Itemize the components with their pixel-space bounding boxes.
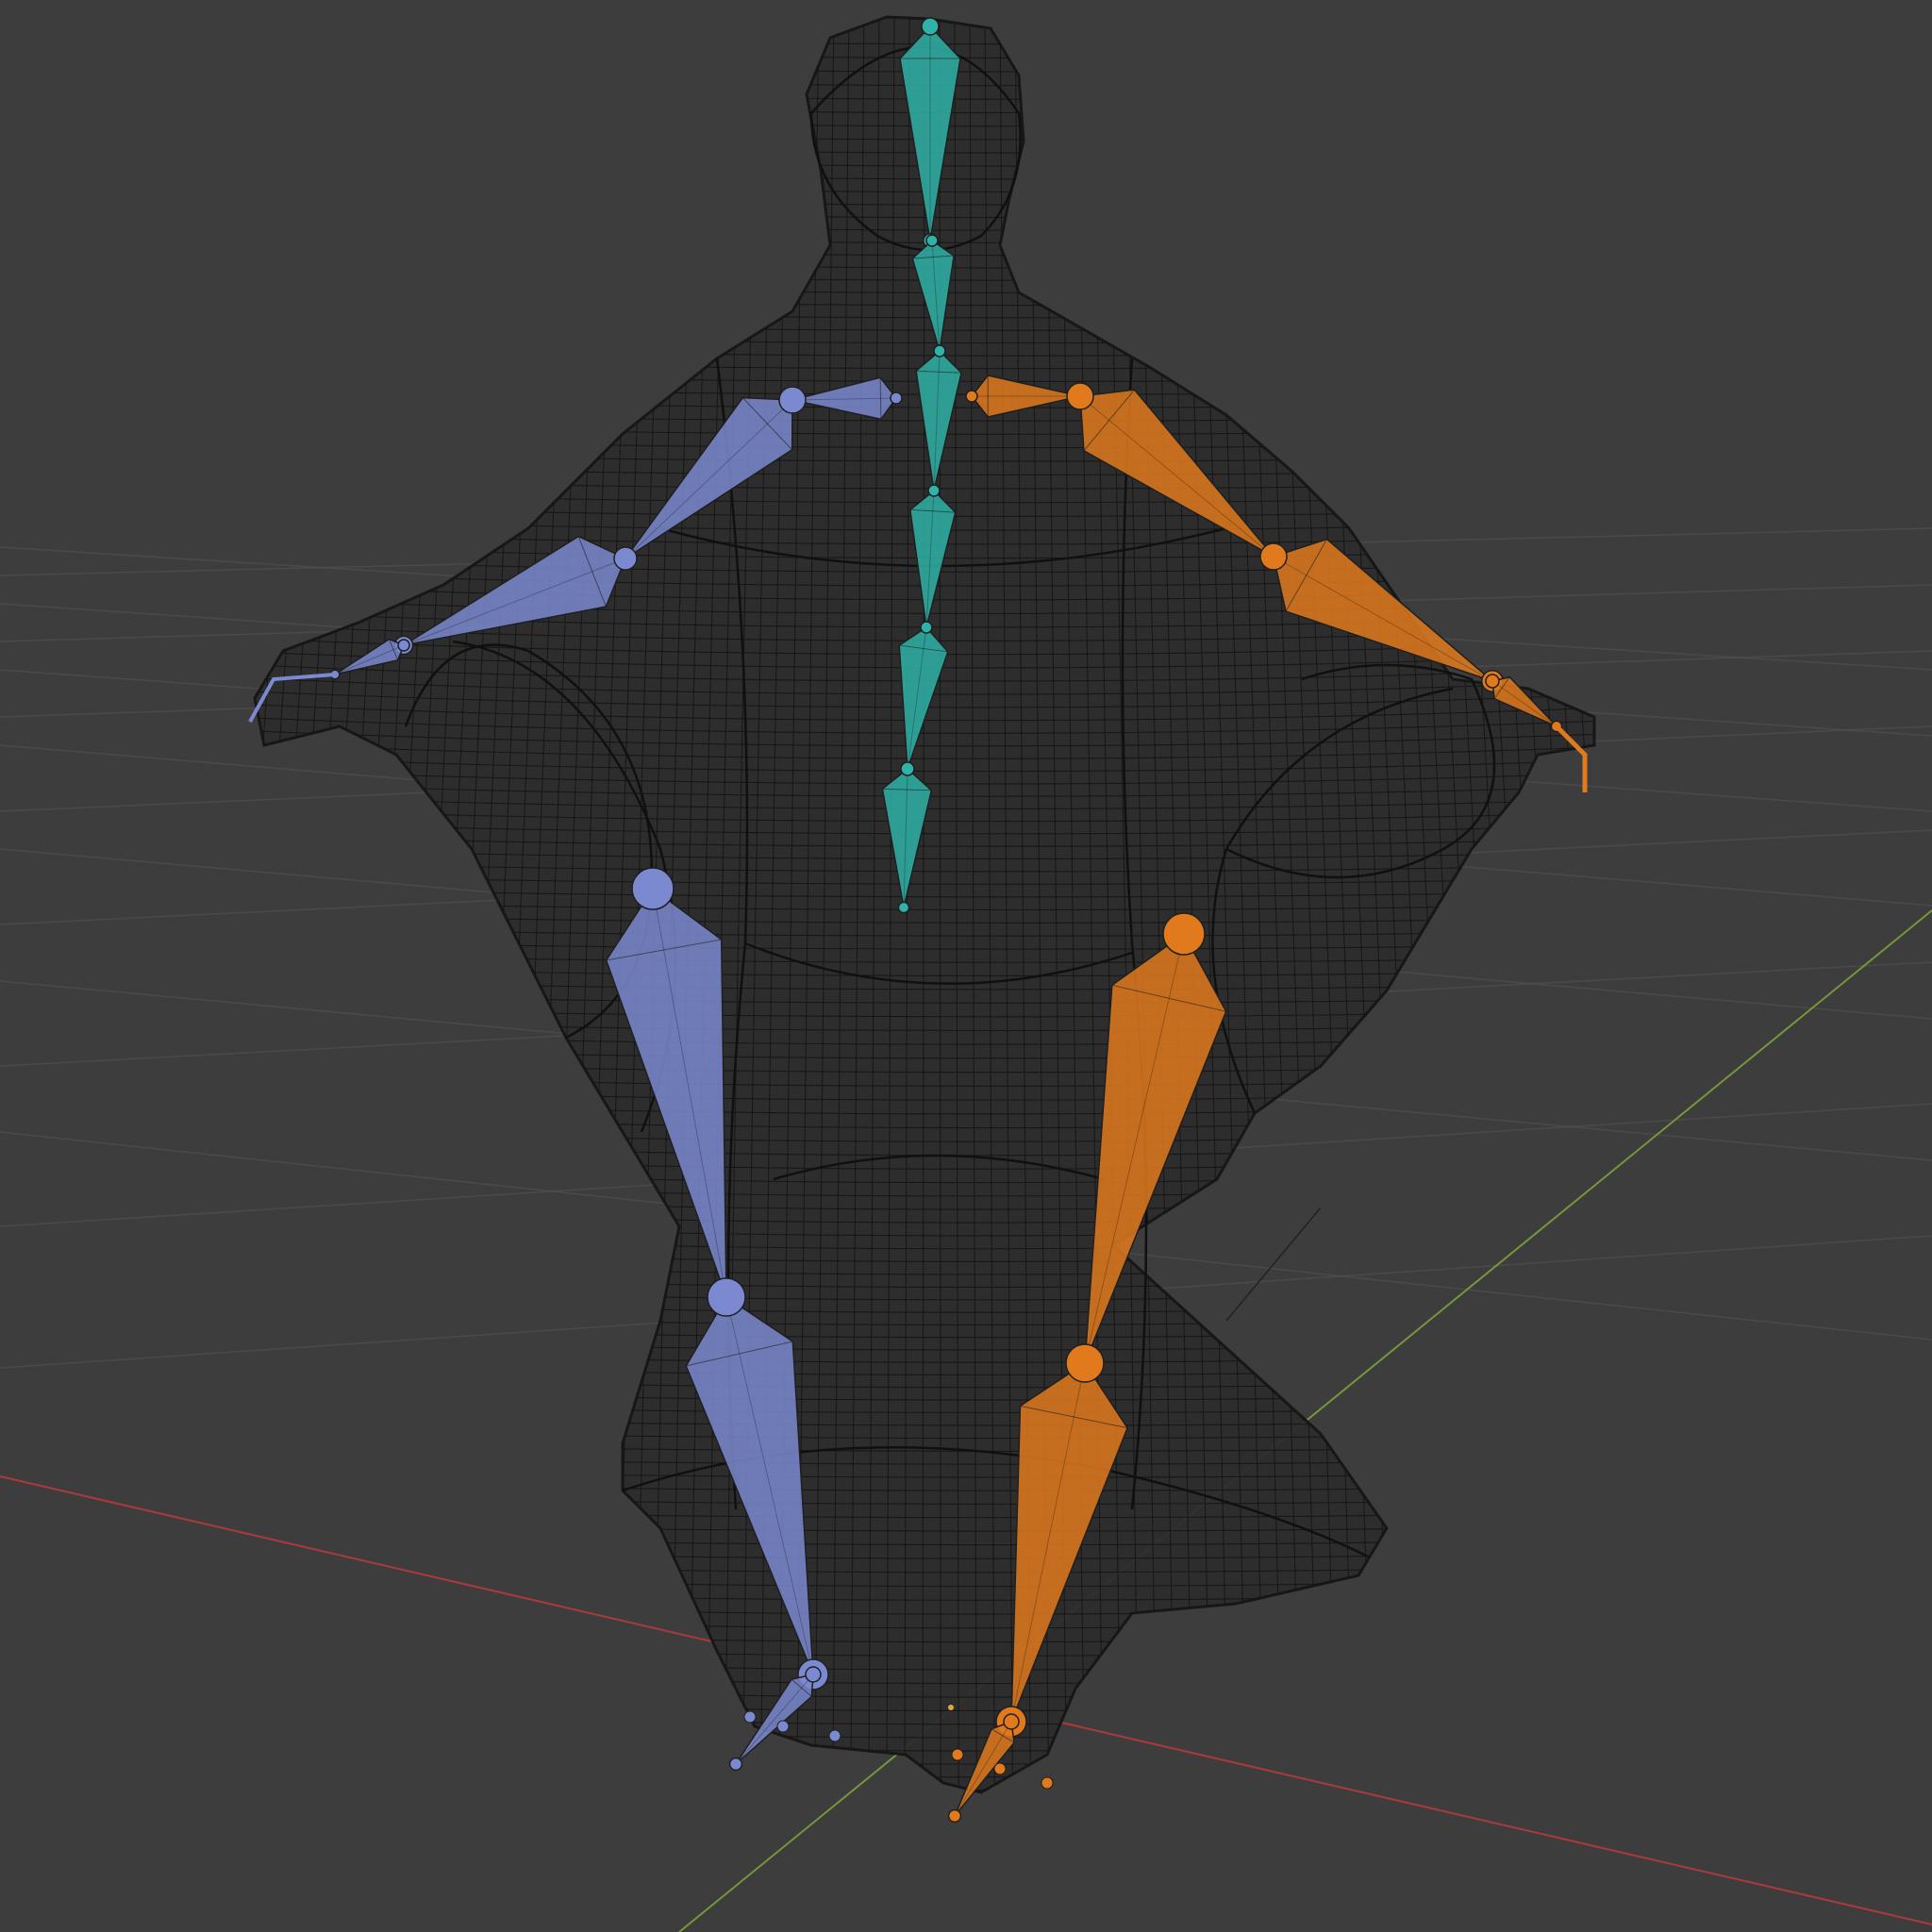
mesh-edge-flow [255,17,337,1792]
mesh-edge-flow [1542,17,1594,1792]
mesh-edge-flow [255,17,276,1792]
bone-shoulder-r-head-joint [965,390,978,403]
mesh-edge-flow [1588,17,1594,1792]
bone-spine-mid-head-joint [927,484,941,497]
bone-forearm-l-head-joint [613,546,638,571]
mesh-edge-flow [255,17,291,1792]
empty-axis [1225,1207,1322,1322]
mesh-edge-flow [256,17,367,1792]
bone-spine-lower-head-joint [920,621,933,634]
bone-shin-r-head-joint [1065,1343,1105,1383]
bone-thigh-r-head-joint [1162,912,1206,956]
mesh-edge-flow [1573,17,1594,1792]
mesh-edge-flow [274,17,382,1792]
mesh-edge-loop [255,1771,1594,1791]
toe-joint-l [776,1720,790,1733]
object-origin-dot [948,1705,954,1710]
mesh-edge-flow [382,17,473,1792]
mesh-edge-flow [1437,17,1536,1792]
bone-pelvis-head-joint [900,761,915,776]
3d-viewport[interactable] [0,0,1932,1932]
toe-joint-r [993,1762,1007,1775]
bone-head-head-joint [921,17,940,36]
mesh-edge-flow [1557,17,1594,1792]
mesh-edge-flow [418,17,503,1792]
toe-joint-l [828,1729,841,1742]
mesh-edge-flow [292,17,397,1792]
mesh-edge-flow [1604,0,1732,1792]
mesh-edge-flow [1452,17,1554,1792]
bone-shin-l-head-joint [707,1277,746,1317]
bone-pelvis-tail-joint [897,901,910,914]
bone-neck-head-joint [925,234,939,247]
bone-foot-r-tail-joint [947,1808,962,1824]
mesh-edge-flow [328,17,427,1792]
mesh-edge-flow [1619,0,1750,1792]
bone-upper-arm-l-head-joint [778,386,807,414]
bone-foot-r-head-joint [1003,1713,1020,1730]
bone-foot-l-head-joint [805,1666,822,1683]
mesh-edge-flow [346,17,442,1792]
toe-joint-l [743,1710,757,1724]
mesh-edge-flow [364,17,458,1792]
mesh-edge-flow [1467,17,1572,1792]
bone-thigh-l-head-joint [631,867,675,910]
mesh-edge-flow [255,17,322,1792]
bone-spine-upper-head-joint [933,344,946,358]
bone-shoulder-l-head-joint [890,391,903,405]
toe-joint-r [951,1748,964,1761]
mesh-edge-flow [255,17,352,1792]
bone-hand-r-head-joint [1485,674,1500,689]
mesh-edge-loop [255,1784,1594,1792]
mesh-edge-flow [113,0,245,1792]
bone-upper-arm-r-head-joint [1066,382,1094,410]
mesh-edge-flow [1497,17,1594,1792]
bone-hand-l-head-joint [397,639,410,652]
mesh-edge-flow [400,17,488,1792]
bone-forearm-r-head-joint [1259,542,1288,571]
mesh-edge-flow [1482,17,1590,1792]
bone-foot-l-tail-joint [728,1757,743,1772]
mesh-edge-flow [1527,17,1594,1792]
viewport-canvas[interactable] [0,0,1932,1932]
mesh-edge-flow [255,17,261,1792]
toe-joint-r [1041,1776,1054,1790]
mesh-edge-flow [1512,17,1594,1792]
mesh-edge-flow [310,17,412,1792]
